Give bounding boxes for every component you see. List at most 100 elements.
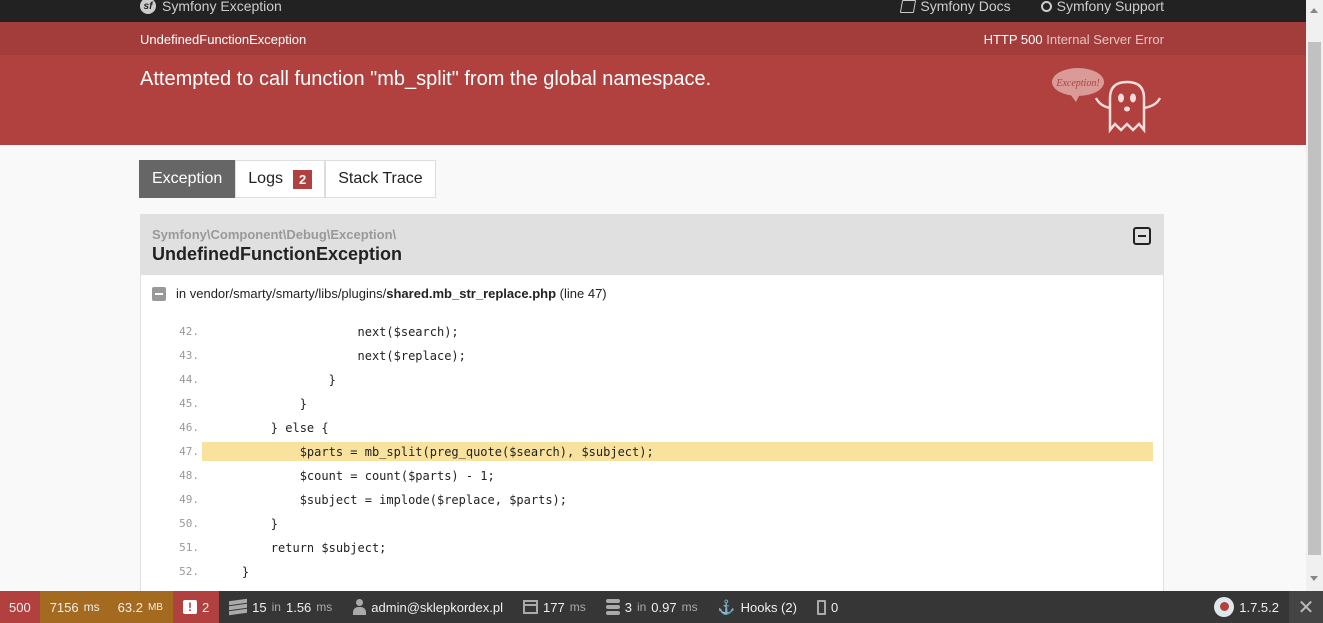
modules-item[interactable]: 0 — [807, 591, 848, 623]
code-line: 43. next($replace); — [141, 346, 1165, 365]
memory-unit: MB — [147, 601, 163, 613]
tab-exception[interactable]: Exception — [139, 160, 236, 198]
scroll-up-arrow-icon[interactable] — [1310, 8, 1318, 13]
vertical-scrollbar[interactable] — [1306, 0, 1323, 591]
line-source: } — [213, 396, 307, 411]
symfony-support-link[interactable]: Symfony Support — [1040, 0, 1164, 14]
line-number: 45. — [179, 397, 199, 410]
symfony-docs-link[interactable]: Symfony Docs — [900, 0, 1011, 14]
code-line: 52. } — [141, 562, 1165, 581]
line-source: return $subject; — [213, 540, 387, 555]
battery-icon — [816, 599, 826, 615]
modules-count: 0 — [830, 599, 839, 615]
layers-time: 1.56 — [285, 599, 312, 615]
db-time: 0.97 — [651, 599, 677, 615]
scrollbar-thumb[interactable] — [1308, 42, 1321, 555]
db-in: in — [636, 600, 647, 614]
hooks-icon: ⚓ — [717, 599, 736, 615]
http-status: HTTP 500 Internal Server Error — [984, 32, 1164, 47]
book-icon — [900, 0, 917, 13]
docs-label: Symfony Docs — [920, 0, 1011, 14]
code-line: 46. } else { — [141, 418, 1165, 437]
line-number: 52. — [179, 565, 199, 578]
collapse-icon[interactable] — [1133, 227, 1151, 245]
code-line: 45. } — [141, 394, 1165, 413]
file-location[interactable]: in vendor/smarty/smarty/libs/plugins/sha… — [152, 286, 607, 301]
line-source: } else { — [213, 420, 329, 435]
tab-logs[interactable]: Logs 2 — [235, 160, 326, 198]
file-name: shared.mb_str_replace.php — [386, 286, 557, 301]
render-time-item[interactable]: 177 ms — [513, 591, 596, 623]
window-icon — [523, 600, 538, 614]
tab-logs-label: Logs — [248, 170, 283, 187]
support-label: Symfony Support — [1056, 0, 1164, 14]
tab-exception-label: Exception — [152, 170, 223, 187]
line-number: 42. — [179, 325, 199, 338]
line-source: next($replace); — [213, 348, 466, 363]
errors-count: 2 — [201, 599, 210, 615]
db-count: 3 — [624, 599, 632, 615]
exception-class: UndefinedFunctionException — [140, 32, 307, 47]
code-line: 48. $count = count($parts) - 1; — [141, 466, 1165, 485]
http-code: HTTP 500 — [983, 32, 1043, 47]
line-source: } — [213, 564, 250, 579]
debug-toolbar: 500 7156 ms 63.2 MB ! 2 15 in 1.56 ms ad… — [0, 591, 1323, 623]
line-source: $subject = implode($replace, $parts); — [213, 492, 568, 507]
page: sf Symfony Exception Symfony Docs Symfon… — [0, 0, 1306, 623]
time-memory-item[interactable]: 7156 ms 63.2 MB — [39, 591, 173, 623]
lifebuoy-icon — [1040, 0, 1052, 12]
errors-item[interactable]: ! 2 — [172, 591, 220, 623]
line-number: 51. — [179, 541, 199, 554]
layers-unit: ms — [316, 600, 333, 614]
line-number: 47. — [179, 445, 199, 458]
close-toolbar-button[interactable]: ✕ — [1289, 591, 1323, 623]
exception-namespace: Symfony\Component\Debug\Exception\ — [152, 227, 397, 242]
line-source: } — [213, 372, 336, 387]
time-unit: ms — [83, 600, 100, 614]
line-info: (line 47) — [559, 286, 607, 301]
line-source: next($search); — [213, 324, 459, 339]
tab-stack-trace[interactable]: Stack Trace — [325, 160, 436, 198]
code-line-highlighted: 47. $parts = mb_split(preg_quote($search… — [141, 442, 1165, 461]
symfony-logo-icon: sf — [140, 0, 156, 14]
code-line: 50. } — [141, 514, 1165, 533]
db-unit: ms — [681, 600, 698, 614]
tab-bar: Exception Logs 2 Stack Trace — [139, 160, 436, 198]
top-links: Symfony Docs Symfony Support — [900, 0, 1164, 14]
render-time: 177 — [543, 599, 565, 615]
line-number: 43. — [179, 349, 199, 362]
layers-icon — [229, 598, 248, 616]
prestashop-logo-icon — [1214, 597, 1235, 617]
exception-name: UndefinedFunctionException — [152, 244, 402, 264]
tab-stack-trace-label: Stack Trace — [338, 170, 423, 187]
scroll-down-arrow-icon[interactable] — [1310, 576, 1318, 581]
user-icon — [352, 599, 367, 615]
line-source: $parts = mb_split(preg_quote($search), $… — [213, 444, 654, 459]
toggle-minus-icon[interactable] — [152, 286, 166, 301]
brand-label: Symfony Exception — [162, 0, 282, 14]
hooks-item[interactable]: ⚓ Hooks (2) — [708, 591, 807, 623]
ghost-text: Exception! — [1055, 78, 1099, 89]
layers-count: 15 — [252, 599, 267, 615]
version-item[interactable]: 1.7.5.2 — [1204, 591, 1289, 623]
symfony-brand[interactable]: sf Symfony Exception — [140, 0, 282, 14]
layers-item[interactable]: 15 in 1.56 ms — [219, 591, 342, 623]
memory-value: 63.2 — [117, 599, 143, 615]
database-item[interactable]: 3 in 0.97 ms — [596, 591, 708, 623]
user-email: admin@sklepkordex.pl — [371, 599, 503, 615]
exception-panel-header: Symfony\Component\Debug\Exception\ Undef… — [141, 215, 1163, 275]
user-item[interactable]: admin@sklepkordex.pl — [342, 591, 513, 623]
exception-panel: Symfony\Component\Debug\Exception\ Undef… — [140, 214, 1164, 614]
top-bar: sf Symfony Exception Symfony Docs Symfon… — [0, 0, 1306, 22]
line-source: $count = count($parts) - 1; — [213, 468, 495, 483]
code-line: 49. $subject = implode($replace, $parts)… — [141, 490, 1165, 509]
close-icon: ✕ — [1297, 596, 1315, 619]
line-number: 49. — [179, 493, 199, 506]
time-value: 7156 — [49, 599, 79, 615]
code-line: 42. next($search); — [141, 322, 1165, 341]
http-text: Internal Server Error — [1046, 32, 1164, 47]
status-code-item[interactable]: 500 — [0, 591, 40, 623]
line-number: 46. — [179, 421, 199, 434]
warning-icon: ! — [182, 600, 197, 614]
line-source: } — [213, 516, 279, 531]
